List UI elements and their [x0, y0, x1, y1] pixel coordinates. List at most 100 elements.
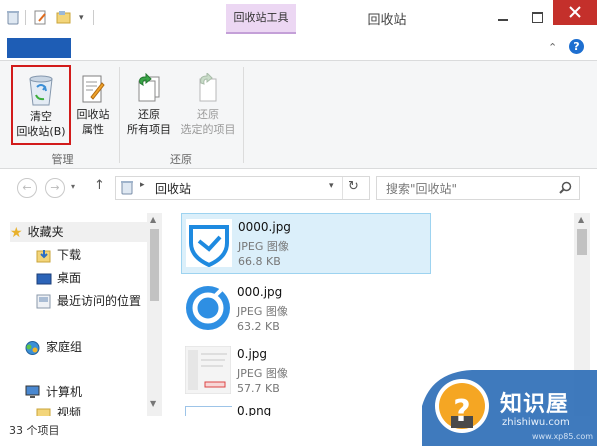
recycle-bin-small-icon — [7, 11, 19, 25]
homegroup-icon — [25, 340, 40, 355]
close-button[interactable] — [553, 0, 597, 25]
collapse-ribbon-icon[interactable]: ⌃ — [548, 41, 557, 54]
empty-recycle-bin-button[interactable]: 清空 回收站(B) — [11, 65, 71, 145]
refresh-icon[interactable]: ↻ — [348, 179, 359, 194]
watermark: ? 知识屋 zhishiwu.com www.xp85.com — [422, 366, 597, 446]
svg-text:?: ? — [453, 394, 470, 429]
file-name: 000.jpg — [237, 285, 283, 299]
file-type: JPEG 图像 — [238, 240, 289, 253]
properties-label-2: 属性 — [82, 123, 104, 136]
recent-places-icon — [36, 294, 51, 309]
empty-recycle-bin-label-2: 回收站(B) — [16, 125, 66, 138]
file-item[interactable]: 0000.jpg JPEG 图像 66.8 KB — [181, 213, 431, 274]
restore-selected-label-1: 还原 — [197, 108, 219, 121]
properties-qa-icon[interactable] — [33, 10, 48, 25]
file-tab[interactable] — [7, 38, 71, 58]
breadcrumb-recycle-bin[interactable]: 回收站 — [155, 180, 191, 197]
file-type: JPEG 图像 — [237, 305, 288, 318]
back-button[interactable]: ← — [17, 178, 37, 198]
video-folder-icon — [36, 408, 51, 416]
file-size: 63.2 KB — [237, 320, 280, 333]
restore-selected-icon — [199, 73, 217, 102]
new-folder-qa-icon[interactable] — [56, 10, 71, 25]
item-count: 33 个项目 — [9, 424, 60, 437]
nav-item-computer[interactable]: 计算机 — [24, 382, 82, 402]
title-bar: ▾ 回收站工具 回收站 — [0, 0, 597, 36]
forward-button[interactable]: → — [45, 178, 65, 198]
file-thumbnail-000-icon — [186, 286, 230, 330]
group-label-manage: 管理 — [51, 153, 74, 166]
recent-locations-icon[interactable]: ▾ — [71, 182, 75, 191]
nav-label-homegroup: 家庭组 — [46, 340, 83, 354]
group-label-restore: 还原 — [170, 153, 192, 166]
file-thumbnail-0-icon — [185, 346, 231, 394]
restore-all-items-button[interactable]: 还原 所有项目 — [123, 67, 175, 145]
file-thumbnail-0000-icon — [186, 219, 232, 267]
file-item[interactable]: 000.jpg JPEG 图像 63.2 KB — [181, 279, 431, 340]
nav-item-desktop[interactable]: 桌面 — [36, 268, 81, 288]
restore-selected-label-2: 选定的项目 — [180, 123, 236, 136]
file-name: 0000.jpg — [238, 220, 291, 234]
nav-item-recent-places[interactable]: 最近访问的位置 — [36, 291, 141, 311]
file-size: 66.8 KB — [238, 255, 281, 268]
download-folder-icon — [36, 250, 51, 263]
recycle-bin-path-icon — [121, 181, 133, 195]
nav-label-computer: 计算机 — [46, 385, 83, 399]
nav-scrollbar-thumb[interactable] — [150, 229, 159, 301]
file-scrollbar-thumb[interactable] — [577, 229, 587, 255]
breadcrumb-separator-icon[interactable]: ▸ — [140, 180, 145, 190]
ribbon: 清空 回收站(B) 回收站 属性 管理 还原 所有项目 还原 选定的项目 还原 — [0, 61, 597, 169]
desktop-icon — [36, 273, 52, 284]
ribbon-group-separator — [119, 67, 120, 163]
search-placeholder: 搜索"回收站" — [386, 182, 458, 196]
recycle-bin-properties-button[interactable]: 回收站 属性 — [72, 67, 114, 145]
recycle-bin-tools-tab[interactable]: 回收站工具 — [226, 4, 296, 34]
file-name: 0.jpg — [237, 347, 268, 361]
up-arrow-icon[interactable]: ↑ — [94, 178, 105, 193]
search-box[interactable]: 搜索"回收站" — [376, 176, 580, 200]
restore-all-icon — [138, 73, 160, 102]
nav-label-downloads: 下载 — [57, 248, 82, 262]
close-icon — [569, 6, 581, 18]
restore-selected-items-button[interactable]: 还原 选定的项目 — [177, 67, 239, 145]
address-bar[interactable]: ▸ 回收站 ▾ ↻ — [115, 176, 370, 200]
star-icon: ★ — [10, 224, 23, 241]
computer-icon — [25, 385, 40, 398]
nav-label-recent-places: 最近访问的位置 — [57, 294, 142, 308]
file-type: JPEG 图像 — [237, 367, 288, 380]
qa-dropdown-icon[interactable]: ▾ — [79, 13, 84, 23]
nav-label-desktop: 桌面 — [57, 271, 82, 285]
empty-recycle-bin-label-1: 清空 — [30, 110, 52, 123]
ribbon-group-separator — [243, 67, 244, 163]
scroll-up-icon[interactable]: ▲ — [578, 215, 584, 224]
nav-pane-scrollbar[interactable]: ▲ ▼ — [147, 213, 162, 416]
empty-recycle-bin-icon — [29, 75, 53, 106]
file-item[interactable]: 0.png — [181, 404, 431, 416]
file-item[interactable]: 0.jpg JPEG 图像 57.7 KB — [181, 341, 431, 402]
restore-all-label-2: 所有项目 — [127, 123, 171, 136]
minimize-button[interactable] — [493, 9, 513, 25]
window-title: 回收站 — [367, 13, 407, 28]
help-icon[interactable]: ? — [569, 39, 584, 54]
nav-item-downloads[interactable]: 下载 — [36, 245, 81, 265]
nav-label-videos: 视频 — [57, 406, 82, 416]
scroll-up-icon[interactable]: ▲ — [150, 215, 156, 224]
properties-icon — [82, 75, 105, 103]
watermark-site: www.xp85.com — [532, 432, 594, 441]
maximize-button[interactable] — [527, 9, 547, 25]
file-size: 57.7 KB — [237, 382, 280, 395]
search-icon[interactable] — [559, 181, 572, 194]
address-dropdown-icon[interactable]: ▾ — [329, 181, 334, 191]
scroll-down-icon[interactable]: ▼ — [150, 399, 156, 408]
watermark-text: 知识屋 — [500, 392, 570, 417]
navigation-pane: ★ 收藏夹 下载 桌面 最近访问的位置 家庭组 计算机 视频 — [0, 213, 162, 416]
restore-all-label-1: 还原 — [138, 108, 160, 121]
watermark-url: zhishiwu.com — [502, 417, 570, 428]
properties-label-1: 回收站 — [76, 108, 110, 121]
nav-item-favorites[interactable]: ★ 收藏夹 — [10, 222, 148, 242]
nav-item-videos[interactable]: 视频 — [36, 403, 81, 416]
file-name: 0.png — [237, 404, 272, 416]
nav-item-homegroup[interactable]: 家庭组 — [24, 337, 82, 357]
nav-label-favorites: 收藏夹 — [27, 225, 64, 239]
ribbon-tab-strip: ⌃ ? — [0, 36, 597, 61]
